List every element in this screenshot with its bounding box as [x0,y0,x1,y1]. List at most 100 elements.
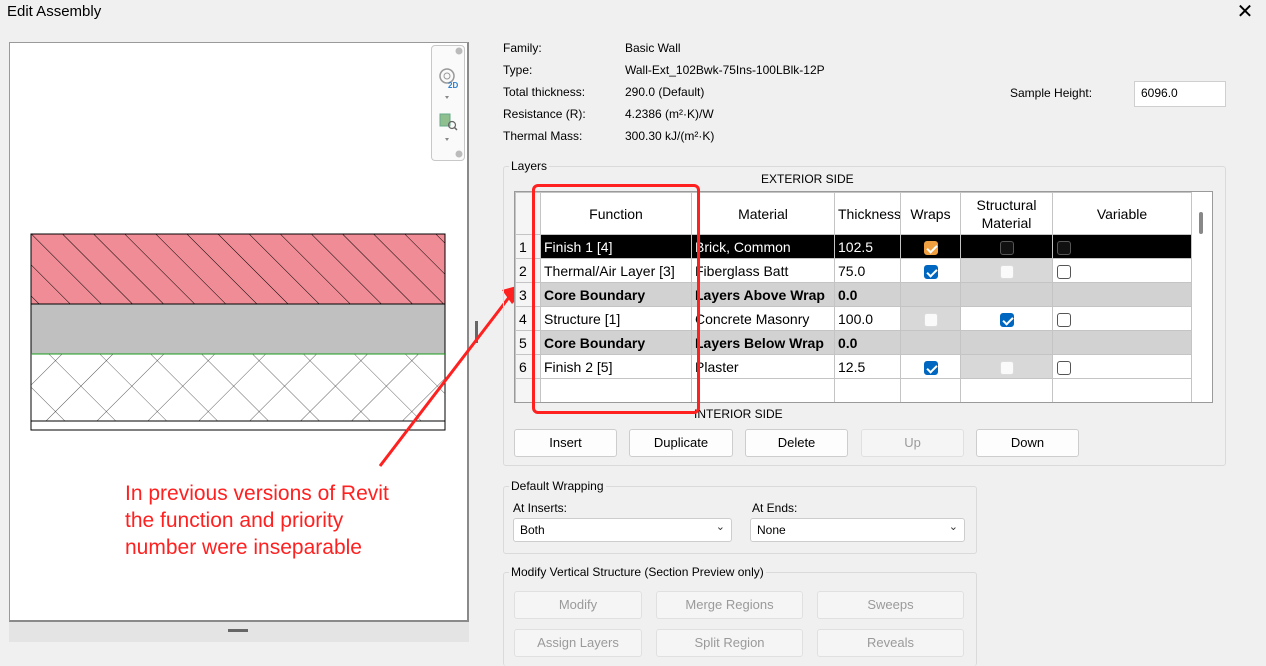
layer-material[interactable]: Layers Below Wrap [691,330,835,355]
layer-wraps[interactable] [900,306,961,331]
layer-thickness[interactable]: 0.0 [834,330,901,355]
layer-material[interactable]: Fiberglass Batt [691,258,835,283]
row-number[interactable]: 5 [515,330,541,355]
layer-row[interactable]: 2 Thermal/Air Layer [3] Fiberglass Batt 75.… [515,258,1192,283]
preview-hscroll[interactable] [9,622,469,642]
structural-checkbox[interactable] [999,312,1014,327]
at-ends-select[interactable]: None ⌄ [750,518,965,542]
layer-structural[interactable] [960,258,1053,283]
col-thickness[interactable]: Thickness [834,192,901,235]
at-inserts-select[interactable]: Both ⌄ [513,518,732,542]
close-icon[interactable]: ✕ [1232,0,1258,24]
preview-hscroll-grip[interactable] [228,629,248,632]
layer-function[interactable]: Structure [1] [540,306,692,331]
layer-variable[interactable] [1052,330,1192,355]
layer-row[interactable]: 6 Finish 2 [5] Plaster 12.5 [515,354,1192,379]
col-function[interactable]: Function [540,192,692,235]
modify-button[interactable]: Modify [514,591,642,619]
layer-function[interactable]: Finish 1 [4] [540,234,692,259]
layer-wraps[interactable] [900,330,961,355]
navbar-options-icon [455,150,463,158]
type-label: Type: [503,63,533,77]
at-ends-value: None [757,523,786,537]
reveals-button[interactable]: Reveals [817,629,964,657]
variable-checkbox[interactable] [1057,312,1071,327]
layer-wraps[interactable] [900,282,961,307]
layer-function[interactable]: Finish 2 [5] [540,354,692,379]
structural-checkbox[interactable] [999,240,1014,255]
resistance-label: Resistance (R): [503,107,586,121]
wraps-checkbox[interactable] [923,240,938,255]
col-material[interactable]: Material [691,192,835,235]
structural-checkbox[interactable] [999,264,1014,279]
layer-variable[interactable] [1052,354,1192,379]
layer-function[interactable]: Core Boundary [540,282,692,307]
row-number[interactable]: 2 [515,258,541,283]
wraps-checkbox[interactable] [923,264,938,279]
layer-wraps[interactable] [900,258,961,283]
layers-table[interactable]: Function Material Thickness Wraps Struct… [514,191,1213,403]
row-number[interactable]: 1 [515,234,541,259]
plaster-layer [30,420,446,431]
vertical-structure-label: Modify Vertical Structure (Section Previ… [509,565,766,579]
family-label: Family: [503,41,542,55]
layer-material[interactable]: Concrete Masonry [691,306,835,331]
layer-row[interactable]: 3 Core Boundary Layers Above Wrap 0.0 [515,282,1192,307]
col-structural-material[interactable]: Structural Material [960,192,1053,235]
wraps-checkbox[interactable] [923,360,938,375]
navbar-close-icon [455,47,463,55]
split-region-button[interactable]: Split Region [656,629,803,657]
layer-row[interactable]: 4 Structure [1] Concrete Masonry 100.0 [515,306,1192,331]
layer-function[interactable]: Core Boundary [540,330,692,355]
up-button[interactable]: Up [861,429,964,457]
layer-thickness[interactable]: 75.0 [834,258,901,283]
col-wraps[interactable]: Wraps [900,192,961,235]
layer-material[interactable]: Brick, Common [691,234,835,259]
delete-button[interactable]: Delete [745,429,848,457]
row-header-corner [515,192,541,235]
layer-material[interactable]: Plaster [691,354,835,379]
row-number[interactable]: 6 [515,354,541,379]
down-button[interactable]: Down [976,429,1079,457]
layer-wraps[interactable] [900,354,961,379]
layer-function[interactable]: Thermal/Air Layer [3] [540,258,692,283]
layer-structural[interactable] [960,306,1053,331]
col-variable[interactable]: Variable [1052,192,1192,235]
wraps-checkbox[interactable] [923,312,938,327]
layer-row[interactable]: 1 Finish 1 [4] Brick, Common 102.5 [515,234,1192,259]
layer-thickness[interactable]: 12.5 [834,354,901,379]
layer-structural[interactable] [960,282,1053,307]
structural-checkbox[interactable] [999,360,1014,375]
type-value: Wall-Ext_102Bwk-75Ins-100LBlk-12P [625,63,825,77]
assign-layers-button[interactable]: Assign Layers [514,629,642,657]
navigation-bar-icons: 2D [439,47,463,158]
insert-button[interactable]: Insert [514,429,617,457]
row-number[interactable]: 4 [515,306,541,331]
layer-structural[interactable] [960,234,1053,259]
layer-thickness[interactable]: 102.5 [834,234,901,259]
layer-structural[interactable] [960,354,1053,379]
layer-structural[interactable] [960,330,1053,355]
at-ends-label: At Ends: [752,501,798,515]
layer-variable[interactable] [1052,282,1192,307]
sample-height-input[interactable]: 6096.0 [1134,81,1226,107]
duplicate-button[interactable]: Duplicate [629,429,733,457]
layer-variable[interactable] [1052,306,1192,331]
layer-material[interactable]: Layers Above Wrap [691,282,835,307]
merge-regions-button[interactable]: Merge Regions [656,591,803,619]
sweeps-button[interactable]: Sweeps [817,591,964,619]
layer-thickness[interactable]: 0.0 [834,282,901,307]
navigation-bar[interactable]: 2D [431,45,465,161]
layer-wraps[interactable] [900,234,961,259]
layer-variable[interactable] [1052,234,1192,259]
table-scrollbar[interactable] [1199,212,1203,234]
layer-row[interactable]: 5 Core Boundary Layers Below Wrap 0.0 [515,330,1192,355]
variable-checkbox[interactable] [1057,360,1071,375]
pane-splitter[interactable] [475,321,478,343]
empty-row [515,378,1192,402]
layer-variable[interactable] [1052,258,1192,283]
variable-checkbox[interactable] [1057,240,1071,255]
layer-thickness[interactable]: 100.0 [834,306,901,331]
row-number[interactable]: 3 [515,282,541,307]
variable-checkbox[interactable] [1057,264,1071,279]
